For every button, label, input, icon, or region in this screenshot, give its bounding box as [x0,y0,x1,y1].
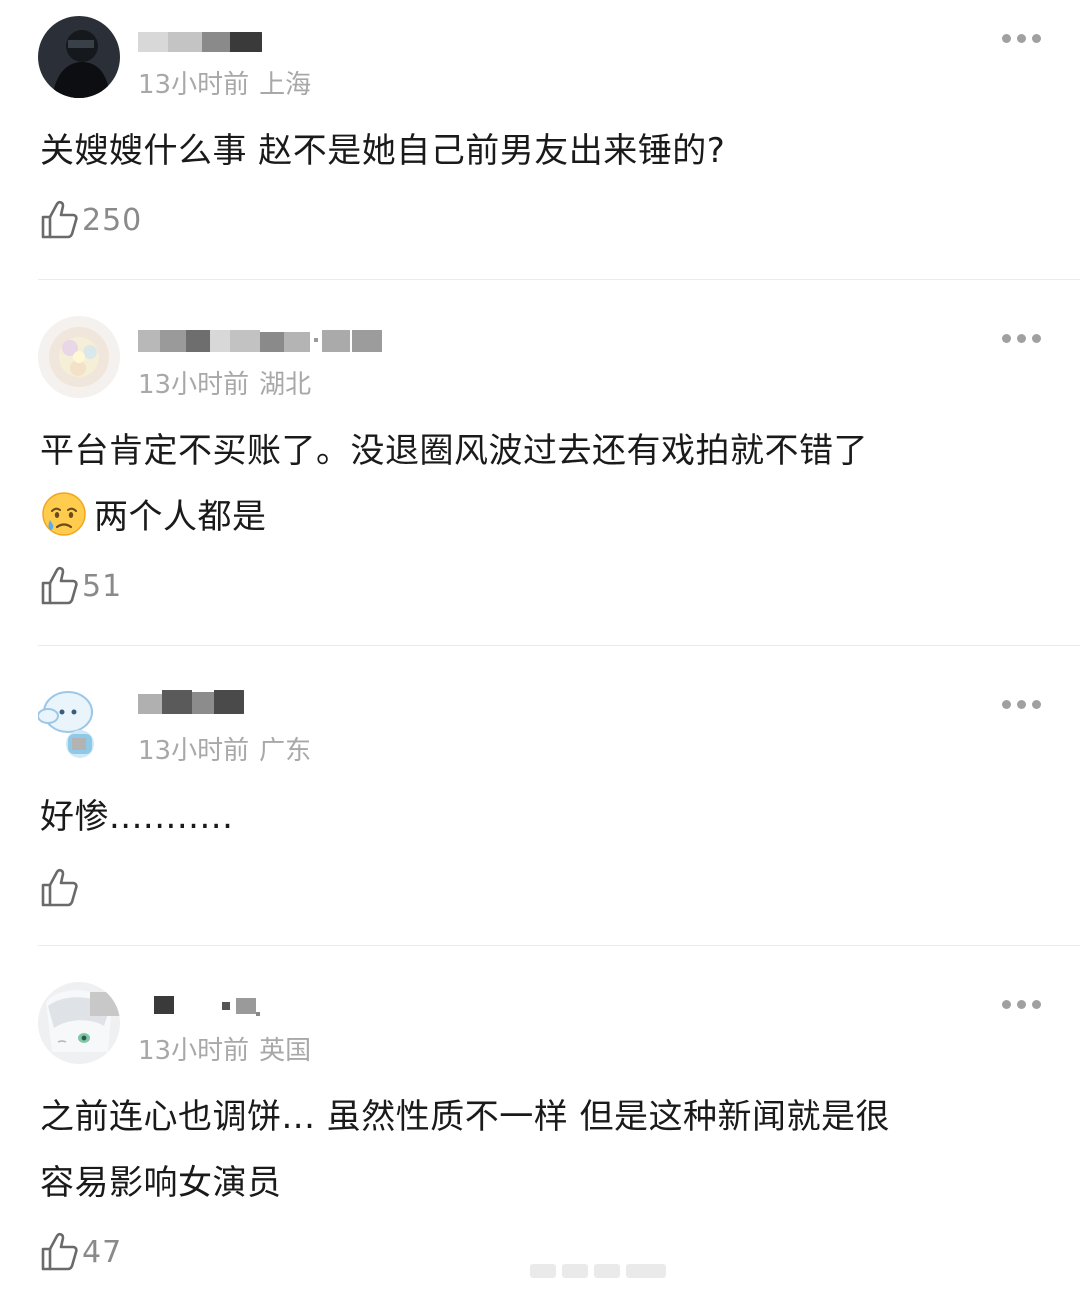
like-count: 250 [82,202,143,238]
more-horizontal-icon[interactable] [1002,1000,1042,1012]
comment-time: 13小时前 [138,70,250,100]
comment-text: 平台肯定不买账了。没退圈风波过去还有戏拍就不错了 [40,431,868,471]
avatar[interactable] [38,316,120,398]
comment-location: 上海 [259,70,312,100]
comment-location: 英国 [259,1036,312,1066]
thumbs-up-outline-icon [41,868,78,907]
comment-text-line: 两个人都是 [40,484,1040,550]
comment-meta: 13小时前 英国 [138,1030,311,1067]
comment-text-continued: 容易影响女演员 [40,1163,282,1203]
username-blurred[interactable] [138,30,262,54]
thumbs-up-outline-icon [41,566,78,605]
comment-meta: 13小时前 湖北 [138,364,311,401]
comment-location: 湖北 [259,370,312,400]
username-blurred[interactable] [138,688,244,716]
comment-time: 13小时前 [138,1036,250,1066]
comment-text-continued: 两个人都是 [94,497,267,537]
avatar[interactable] [38,16,120,98]
like-count: 47 [82,1234,123,1270]
comment-meta: 13小时前 广东 [138,730,311,767]
avatar[interactable] [38,982,120,1064]
username-blurred[interactable] [138,994,262,1018]
comment-location: 广东 [259,736,312,766]
avatar[interactable] [38,682,120,764]
crying-face-emoji [42,492,86,536]
like-button[interactable] [40,868,82,908]
thumbs-up-outline-icon [41,200,78,239]
divider [38,645,1080,646]
more-horizontal-icon[interactable] [1002,34,1042,46]
like-count: 51 [82,568,123,604]
comment-time: 13小时前 [138,370,250,400]
like-button[interactable]: 47 [40,1232,122,1272]
comment-meta: 13小时前 上海 [138,64,311,101]
thumbs-up-outline-icon [41,1232,78,1271]
watermark [530,1264,666,1278]
comment-text: 之前连心也调饼... 虽然性质不一样 但是这种新闻就是很 [40,1097,891,1137]
comment-text: 关嫂嫂什么事 赵不是她自己前男友出来锤的? [40,131,726,171]
comment-time: 13小时前 [138,736,250,766]
more-horizontal-icon[interactable] [1002,700,1042,712]
username-blurred[interactable] [138,326,384,354]
more-horizontal-icon[interactable] [1002,334,1042,346]
comment-text: 好惨........... [40,797,234,837]
divider [38,945,1080,946]
like-button[interactable]: 250 [40,200,142,240]
like-button[interactable]: 51 [40,566,122,606]
divider [38,279,1080,280]
